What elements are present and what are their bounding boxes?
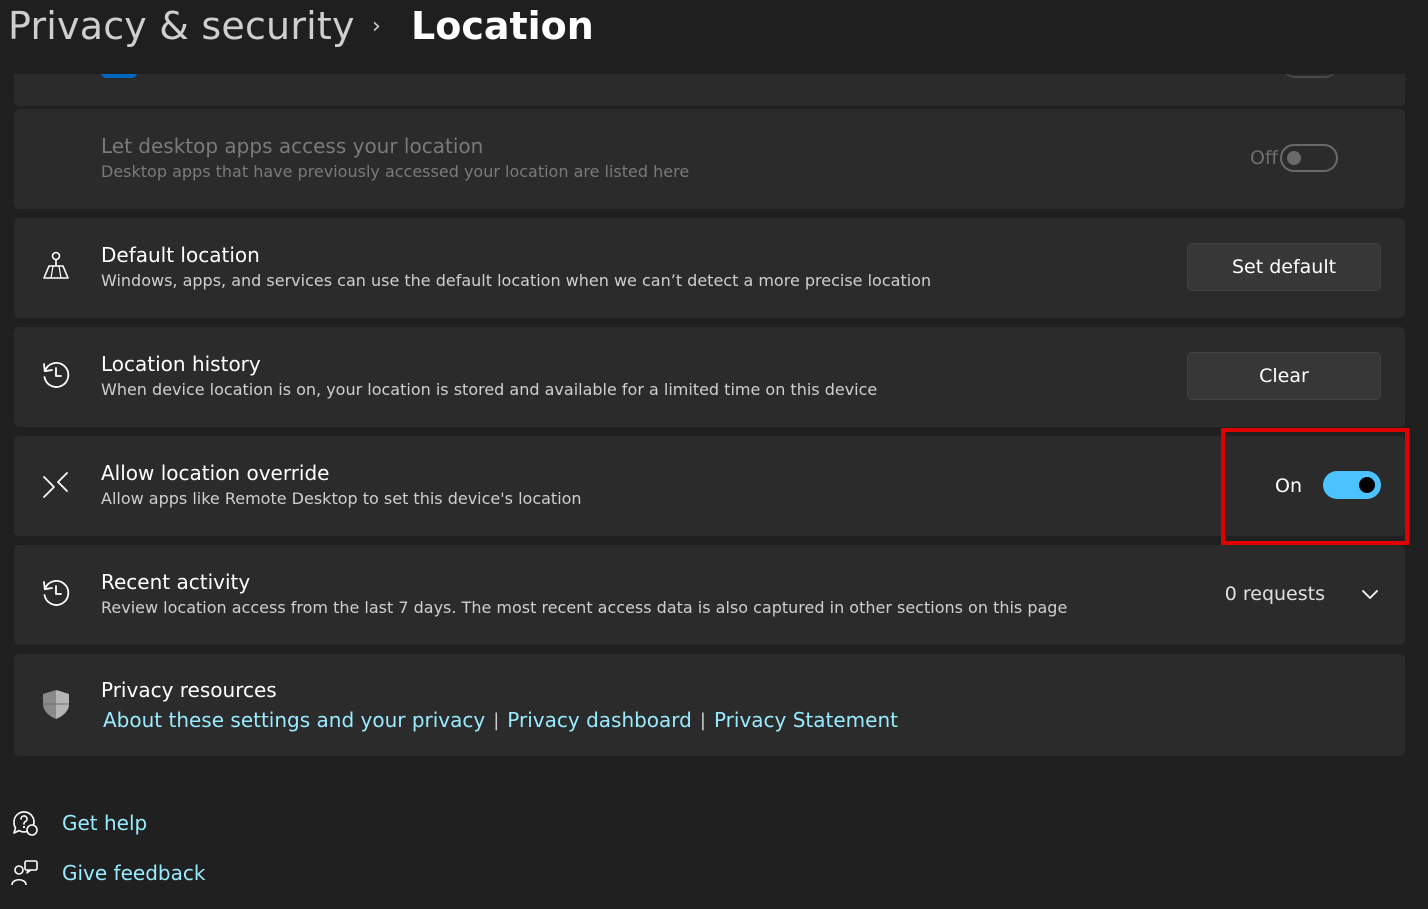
desktop-apps-toggle[interactable] — [1280, 144, 1338, 172]
setting-description: Windows, apps, and services can use the … — [101, 271, 932, 290]
breadcrumb: Privacy & security › Location — [0, 0, 1428, 74]
setting-title: Allow location override — [101, 461, 330, 485]
map-pin-icon — [43, 251, 69, 279]
location-override-setting: Allow location override Allow apps like … — [14, 436, 1405, 536]
get-help-link[interactable]: Get help — [62, 811, 147, 835]
setting-description: Review location access from the last 7 d… — [101, 598, 1068, 617]
setting-title: Recent activity — [101, 570, 251, 594]
setting-description: Desktop apps that have previously access… — [101, 162, 690, 181]
page-title: Location — [411, 4, 594, 48]
shield-icon — [43, 690, 69, 719]
history-icon — [43, 580, 70, 606]
setting-title: Privacy resources — [101, 678, 277, 702]
history-icon — [43, 362, 70, 388]
set-default-button[interactable]: Set default — [1187, 243, 1381, 291]
link-divider: | — [699, 709, 706, 731]
breadcrumb-privacy-security[interactable]: Privacy & security — [8, 4, 355, 48]
desktop-apps-location-setting: Let desktop apps access your location De… — [14, 109, 1405, 209]
give-feedback-item[interactable]: Give feedback — [10, 857, 205, 889]
chevron-down-icon[interactable] — [1361, 587, 1379, 601]
feedback-icon — [11, 860, 38, 886]
default-location-setting: Default location Windows, apps, and serv… — [14, 218, 1405, 318]
privacy-statement-link[interactable]: Privacy Statement — [714, 708, 898, 732]
remote-override-icon — [43, 472, 68, 498]
give-feedback-link[interactable]: Give feedback — [62, 861, 205, 885]
chevron-right-icon: › — [372, 14, 381, 39]
setting-description: Allow apps like Remote Desktop to set th… — [101, 489, 582, 508]
recent-activity-setting[interactable]: Recent activity Review location access f… — [14, 545, 1405, 645]
setting-title: Let desktop apps access your location — [101, 134, 484, 158]
privacy-dashboard-link[interactable]: Privacy dashboard — [507, 708, 692, 732]
toggle-state-label: Off — [1249, 147, 1278, 169]
link-divider: | — [493, 709, 500, 731]
privacy-resources-card: Privacy resources About these settings a… — [14, 654, 1405, 756]
clear-history-button[interactable]: Clear — [1187, 352, 1381, 400]
setting-title: Default location — [101, 243, 260, 267]
get-help-item[interactable]: Get help — [10, 807, 147, 839]
requests-count: 0 requests — [1224, 583, 1325, 605]
help-icon — [13, 811, 38, 836]
highlight-box — [1221, 428, 1409, 545]
privacy-links: About these settings and your privacy | … — [103, 708, 898, 732]
privacy-settings-link[interactable]: About these settings and your privacy — [103, 708, 485, 732]
location-history-setting: Location history When device location is… — [14, 327, 1405, 427]
setting-description: When device location is on, your locatio… — [101, 380, 878, 399]
setting-title: Location history — [101, 352, 261, 376]
